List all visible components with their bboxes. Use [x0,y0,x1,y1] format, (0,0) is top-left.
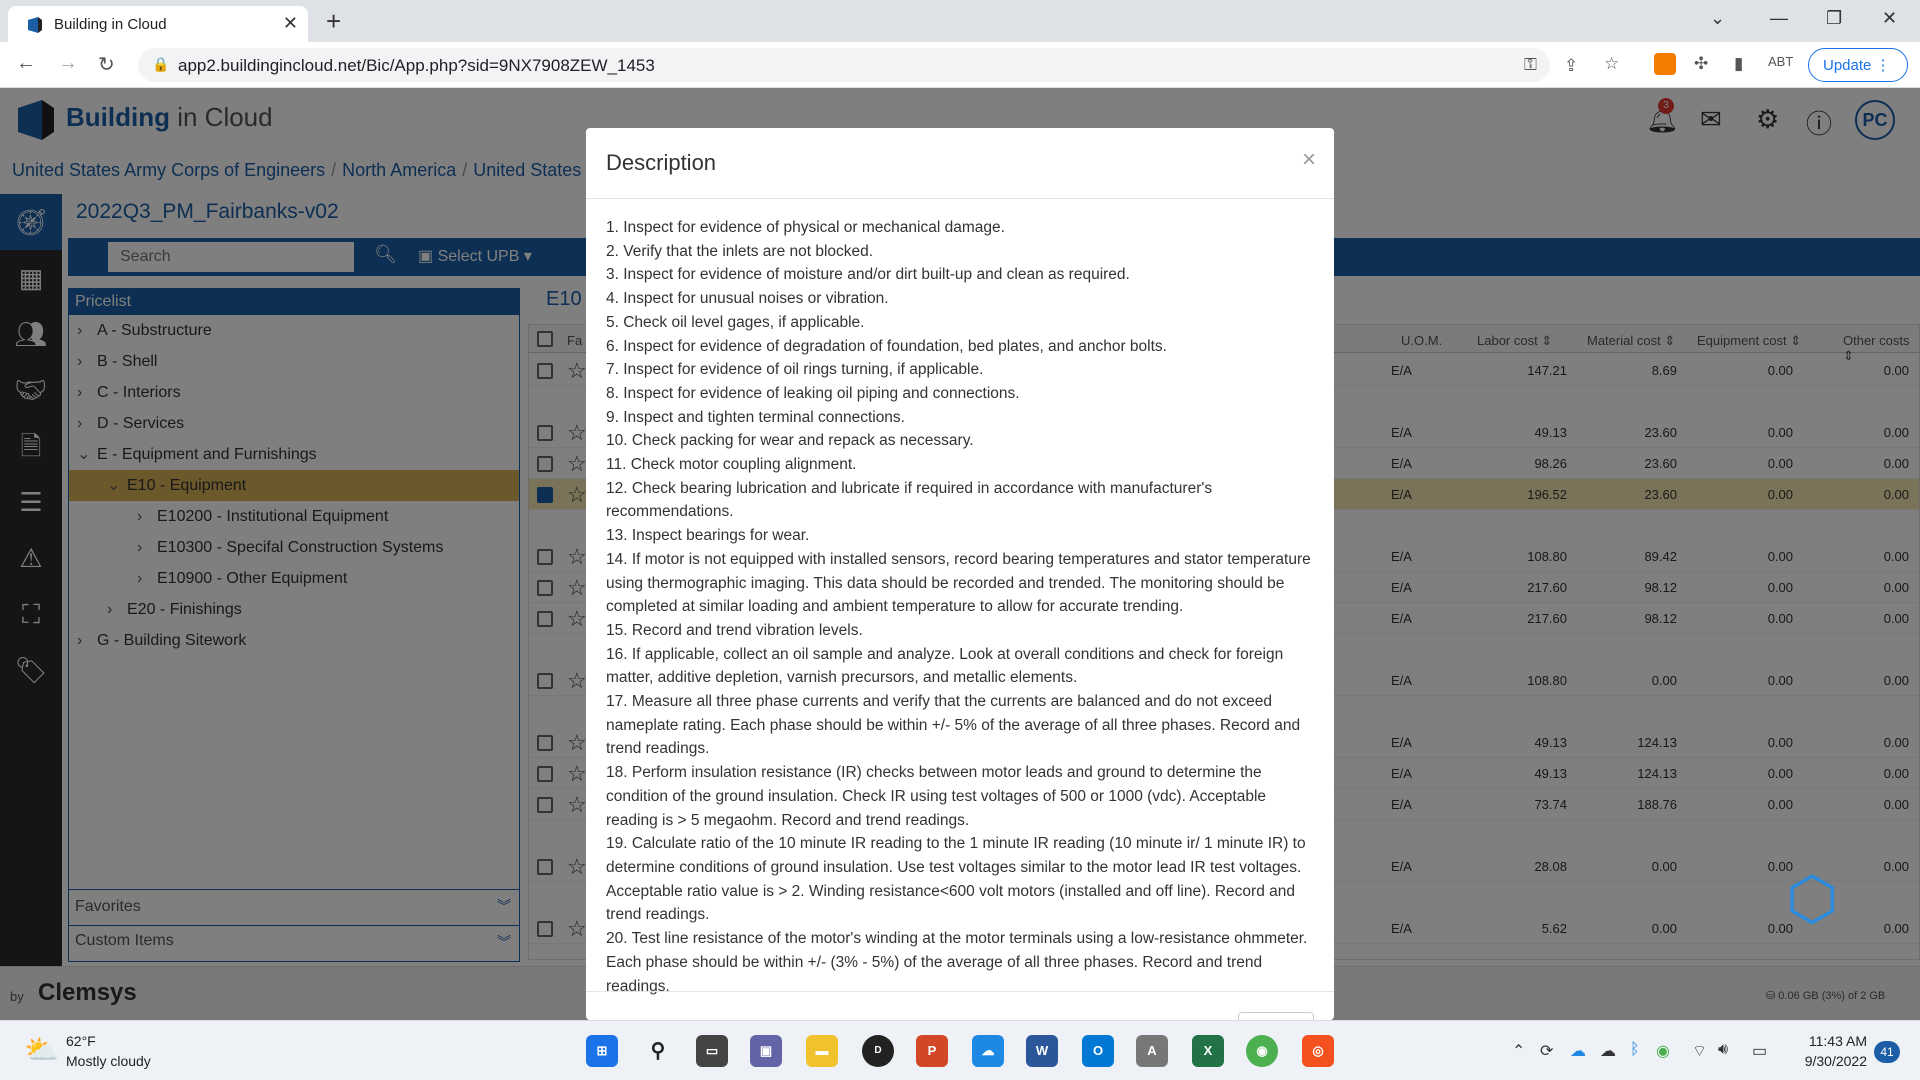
description-item: 3. Inspect for evidence of moisture and/… [606,266,1130,284]
browser-tab[interactable]: Building in Cloud ✕ [8,6,308,42]
url-text: app2.buildingincloud.net/Bic/App.php?sid… [178,56,655,75]
outlook-icon[interactable]: O [1082,1035,1114,1067]
dell-icon[interactable]: D [862,1035,894,1067]
bookmark-star-icon[interactable]: ☆ [1604,54,1619,74]
update-button[interactable]: Update ⋮ [1808,48,1908,82]
forward-icon[interactable]: → [58,52,78,75]
bluetooth-icon[interactable]: ᛒ [1630,1041,1640,1059]
task-view-icon[interactable]: ▭ [696,1035,728,1067]
weather-condition[interactable]: Mostly cloudy [66,1053,151,1069]
description-item: 10. Check packing for wear and repack as… [606,432,974,450]
description-item: 14. If motor is not equipped with instal… [606,550,1311,616]
windows-start-icon[interactable]: ⊞ [586,1035,618,1067]
description-item: 15. Record and trend vibration levels. [606,621,863,639]
cloud-off-icon[interactable]: ☁ [1600,1041,1616,1061]
update-label: Update [1823,57,1872,74]
clock-date[interactable]: 9/30/2022 [1795,1053,1867,1069]
notification-count-badge[interactable]: 41 [1874,1041,1900,1063]
chevron-up-icon[interactable]: ⌃ [1512,1041,1525,1061]
word-icon[interactable]: W [1026,1035,1058,1067]
description-item: 13. Inspect bearings for wear. [606,527,810,545]
share-icon[interactable]: ⇪ [1564,56,1578,76]
onedrive-icon[interactable]: ☁ [972,1035,1004,1067]
description-item: 17. Measure all three phase currents and… [606,693,1301,758]
description-item: 20. Test line resistance of the motor's … [606,930,1308,995]
description-item: 12. Check bearing lubrication and lubric… [606,479,1213,521]
screenshot-app-icon[interactable]: ◎ [1302,1035,1334,1067]
minimize-button[interactable]: — [1770,8,1788,29]
modal-title: Description [606,150,717,175]
close-window-button[interactable]: ✕ [1882,8,1897,29]
description-item: 11. Check motor coupling alignment. [606,456,857,474]
chrome-tray-icon[interactable]: ◉ [1656,1041,1670,1061]
description-item: 19. Calculate ratio of the 10 minute IR … [606,835,1306,924]
description-item: 5. Check oil level gages, if applicable. [606,313,865,331]
browser-toolbar: ← → ↻ 🔒 app2.buildingincloud.net/Bic/App… [0,42,1920,88]
divider [586,198,1334,199]
restore-button[interactable]: ❐ [1826,8,1842,29]
description-item: 9. Inspect and tighten terminal connecti… [606,408,905,426]
clock-time[interactable]: 11:43 AM [1795,1033,1867,1049]
address-bar[interactable]: 🔒 app2.buildingincloud.net/Bic/App.php?s… [138,48,1550,82]
weather-temperature[interactable]: 62°F [66,1033,96,1049]
divider [586,991,1334,992]
sync-icon[interactable]: ⟳ [1540,1041,1553,1061]
description-item: 4. Inspect for unusual noises or vibrati… [606,290,889,308]
description-item: 8. Inspect for evidence of leaking oil p… [606,384,1020,402]
cube-icon[interactable]: ⬡ [1786,864,1838,934]
description-item: 18. Perform insulation resistance (IR) c… [606,764,1267,829]
wifi-icon[interactable]: ⌔ [1692,1041,1707,1061]
battery-icon[interactable]: ▭ [1752,1041,1767,1061]
description-item: 16. If applicable, collect an oil sample… [606,645,1284,687]
chrome-icon[interactable]: ◉ [1246,1035,1278,1067]
translator-icon[interactable]: A [1136,1035,1168,1067]
tab-title: Building in Cloud [54,16,167,33]
lock-icon[interactable]: 🔒 [152,56,169,73]
description-modal: Description × 1. Inspect for evidence of… [586,128,1334,1020]
teams-chat-icon[interactable]: ▣ [750,1035,782,1067]
excel-icon[interactable]: X [1192,1035,1224,1067]
building-in-cloud-favicon [28,17,42,33]
extension-icon[interactable] [1654,53,1676,75]
back-icon[interactable]: ← [16,52,36,75]
search-icon[interactable]: ⚲ [642,1035,674,1067]
powerpoint-icon[interactable]: P [916,1035,948,1067]
windows-taskbar: ⛅ 62°F Mostly cloudy ⊞ ⚲ ▭ ▣ ▬ D P ☁ W O… [0,1020,1920,1080]
description-list: 1. Inspect for evidence of physical or m… [606,216,1318,998]
key-icon[interactable]: ⚿ [1524,55,1537,75]
tab-search-icon[interactable]: ⌄ [1710,8,1725,29]
modal-close-button[interactable] [1238,1012,1314,1020]
tab-close-icon[interactable]: ✕ [283,13,298,34]
description-item: 7. Inspect for evidence of oil rings tur… [606,361,984,379]
side-panel-icon[interactable]: ▮ [1734,54,1743,74]
file-explorer-icon[interactable]: ▬ [806,1035,838,1067]
browser-tab-strip: Building in Cloud ✕ + ⌄ — ❐ ✕ [0,0,1920,42]
new-tab-button[interactable]: + [326,6,341,37]
extensions-puzzle-icon[interactable]: ✣ [1694,54,1708,74]
volume-icon[interactable]: 🔊︎ [1718,1041,1728,1059]
cloud-icon[interactable]: ☁ [1570,1041,1586,1061]
translate-extension-icon[interactable]: ABT [1768,54,1793,69]
description-item: 2. Verify that the inlets are not blocke… [606,242,874,260]
description-item: 6. Inspect for evidence of degradation o… [606,337,1167,355]
weather-cloud-sun-icon[interactable]: ⛅ [24,1033,59,1066]
reload-icon[interactable]: ↻ [98,52,115,77]
close-icon[interactable]: × [1302,146,1316,174]
description-item: 1. Inspect for evidence of physical or m… [606,219,1005,236]
